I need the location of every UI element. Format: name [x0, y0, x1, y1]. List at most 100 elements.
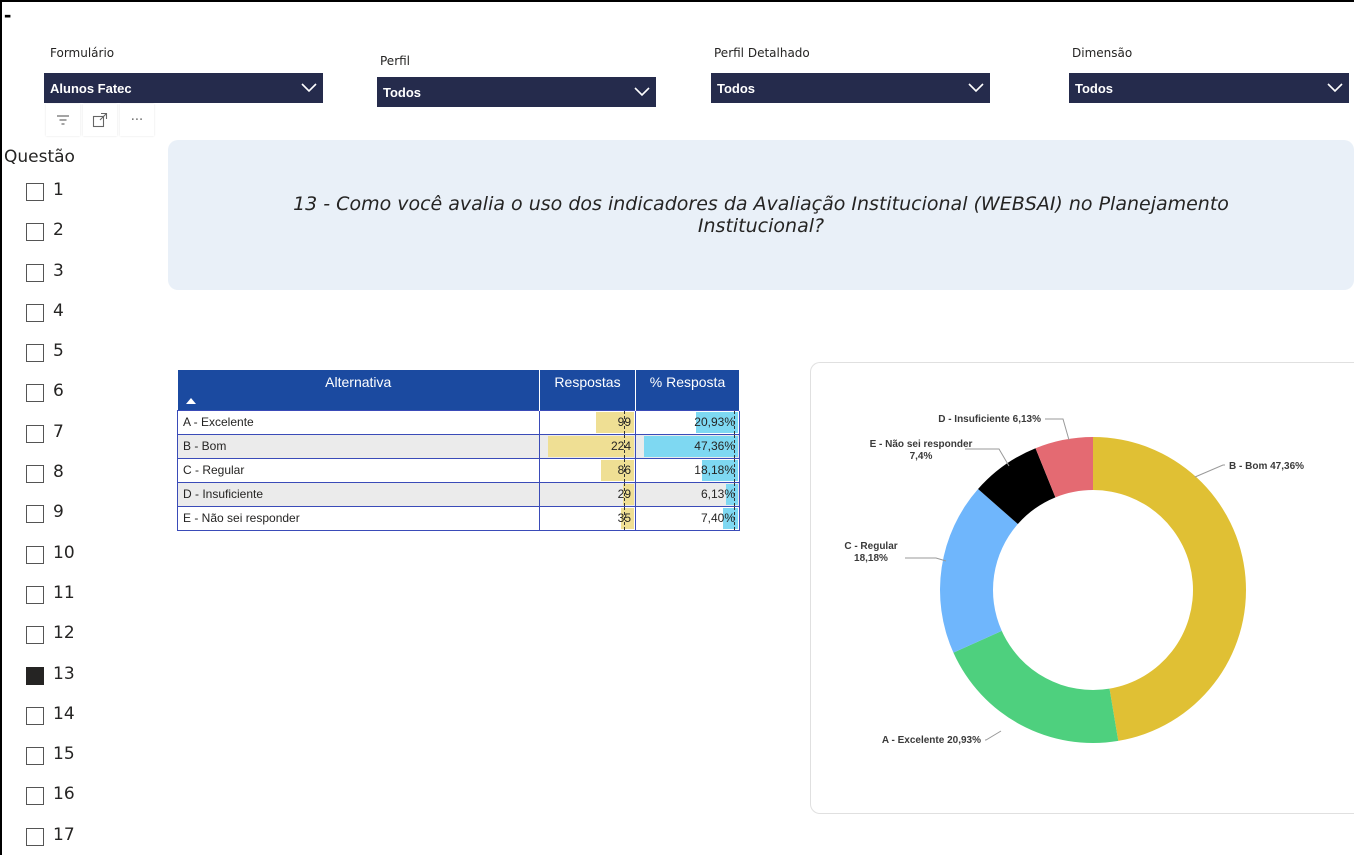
- cell-respostas: 224: [539, 433, 636, 459]
- pct-value: 20,93%: [694, 415, 735, 429]
- focus-mode-icon: [92, 112, 108, 128]
- cell-alternativa: D - Insuficiente: [177, 481, 540, 507]
- cell-alternativa: C - Regular: [177, 457, 540, 483]
- questao-item-label: 1: [53, 180, 64, 200]
- formulario-dropdown[interactable]: Alunos Fatec: [44, 73, 323, 103]
- questao-item-10[interactable]: 10: [26, 543, 75, 583]
- perfil-detalhado-label: Perfil Detalhado: [714, 46, 810, 60]
- questao-item-11[interactable]: 11: [26, 583, 75, 623]
- questao-item-label: 3: [53, 260, 64, 281]
- slice-label: B - Bom 47,36%: [1229, 461, 1304, 472]
- leader-line: [985, 730, 1002, 741]
- leader-line: [1045, 418, 1070, 441]
- questao-item-label: 6: [53, 381, 64, 402]
- table-row[interactable]: E - Não sei responder 35 7,40%: [177, 505, 740, 531]
- slice-label: A - Excelente 20,93%: [882, 735, 981, 746]
- questao-title: Questão: [4, 147, 75, 167]
- questao-item-label: 15: [53, 744, 75, 765]
- checkbox[interactable]: [26, 344, 44, 363]
- checkbox[interactable]: [26, 706, 44, 725]
- formulario-value: Alunos Fatec: [50, 80, 132, 96]
- table-row[interactable]: D - Insuficiente 29 6,13%: [177, 481, 740, 507]
- question-card: 13 - Como você avalia o uso dos indicado…: [168, 140, 1354, 290]
- respostas-value: 35: [617, 511, 631, 525]
- checkbox[interactable]: [26, 626, 44, 645]
- filter-icon: [57, 115, 69, 125]
- table-row[interactable]: C - Regular 86 18,18%: [177, 457, 740, 483]
- questao-item-label: 5: [53, 341, 64, 362]
- slice-label: 7,4%: [910, 451, 933, 462]
- cell-alternativa: B - Bom: [177, 433, 540, 459]
- dimensao-dropdown[interactable]: Todos: [1069, 73, 1349, 103]
- questao-item-14[interactable]: 14: [26, 704, 75, 744]
- checkbox[interactable]: [26, 787, 44, 806]
- cell-alternativa: E - Não sei responder: [177, 505, 540, 531]
- pct-value: 47,36%: [694, 439, 735, 453]
- questao-item-8[interactable]: 8: [26, 462, 75, 502]
- slice-label: E - Não sei responder: [870, 439, 973, 450]
- header-alternativa-label: Alternativa: [325, 374, 392, 390]
- questao-item-13[interactable]: 13: [26, 664, 75, 704]
- header-alternativa[interactable]: Alternativa: [177, 370, 540, 410]
- checkbox[interactable]: [26, 585, 44, 604]
- questao-item-label: 7: [53, 421, 64, 442]
- checkbox[interactable]: [26, 827, 44, 846]
- header-respostas[interactable]: Respostas: [539, 370, 636, 410]
- cell-alternativa: A - Excelente: [177, 409, 540, 435]
- header-respostas-label: Respostas: [554, 374, 621, 390]
- slice-label: 18,18%: [854, 553, 888, 564]
- table-row[interactable]: A - Excelente 99 20,93%: [177, 409, 740, 435]
- filter-button[interactable]: [46, 104, 80, 136]
- questao-item-2[interactable]: 2: [26, 220, 75, 260]
- questao-item-6[interactable]: 6: [26, 381, 75, 421]
- respostas-value: 224: [610, 439, 631, 453]
- leader-line: [965, 448, 1010, 467]
- sort-ascending-icon: [185, 398, 196, 404]
- chevron-down-icon: [968, 83, 984, 93]
- pct-value: 18,18%: [694, 463, 735, 477]
- question-text: 13 - Como você avalia o uso dos indicado…: [293, 193, 1229, 237]
- checkbox[interactable]: [26, 424, 44, 443]
- more-options-button[interactable]: ···: [120, 104, 154, 136]
- checkbox[interactable]: [26, 666, 44, 685]
- more-options-icon: ···: [130, 112, 144, 128]
- header-pct[interactable]: % Resposta: [635, 370, 740, 410]
- questao-list: 1 2 3 4 5 6 7 8 9 10 11 12 13 14 15 16 17: [26, 180, 75, 865]
- checkbox[interactable]: [26, 303, 44, 322]
- questao-item-16[interactable]: 16: [26, 784, 75, 824]
- checkbox[interactable]: [26, 183, 44, 201]
- alternativas-table: Alternativa Respostas % Resposta A - Exc…: [177, 370, 740, 531]
- checkbox[interactable]: [26, 545, 44, 564]
- slice-label: C - Regular: [844, 541, 897, 552]
- donut-slice[interactable]: [953, 630, 1119, 743]
- checkbox[interactable]: [26, 223, 44, 242]
- chevron-down-icon: [1327, 83, 1343, 93]
- checkbox[interactable]: [26, 465, 44, 484]
- perfil-dropdown[interactable]: Todos: [377, 77, 656, 107]
- focus-mode-button[interactable]: [83, 104, 117, 136]
- questao-item-15[interactable]: 15: [26, 744, 75, 784]
- donut-chart: B - Bom 47,36% A - Excelente 20,93% C - Re…: [844, 414, 1304, 746]
- pct-value: 6,13%: [700, 487, 735, 501]
- questao-item-17[interactable]: 17: [26, 825, 75, 865]
- questao-item-7[interactable]: 7: [26, 422, 75, 462]
- questao-item-label: 9: [53, 502, 64, 523]
- dimensao-label: Dimensão: [1072, 46, 1133, 60]
- checkbox[interactable]: [26, 384, 44, 403]
- questao-item-12[interactable]: 12: [26, 623, 75, 663]
- table-row[interactable]: B - Bom 224 47,36%: [177, 433, 740, 459]
- donut-slice[interactable]: [1093, 437, 1246, 741]
- questao-item-1[interactable]: 1: [26, 180, 75, 220]
- leader-line: [905, 557, 947, 562]
- questao-item-9[interactable]: 9: [26, 502, 75, 542]
- checkbox[interactable]: [26, 747, 44, 766]
- questao-item-3[interactable]: 3: [26, 261, 75, 301]
- questao-item-4[interactable]: 4: [26, 301, 75, 341]
- questao-item-5[interactable]: 5: [26, 341, 75, 381]
- checkbox[interactable]: [26, 505, 44, 524]
- chevron-down-icon: [634, 87, 650, 97]
- checkbox[interactable]: [26, 263, 44, 282]
- cell-pct: 6,13%: [635, 481, 740, 507]
- perfil-label: Perfil: [380, 54, 411, 68]
- perfil-detalhado-dropdown[interactable]: Todos: [711, 73, 990, 103]
